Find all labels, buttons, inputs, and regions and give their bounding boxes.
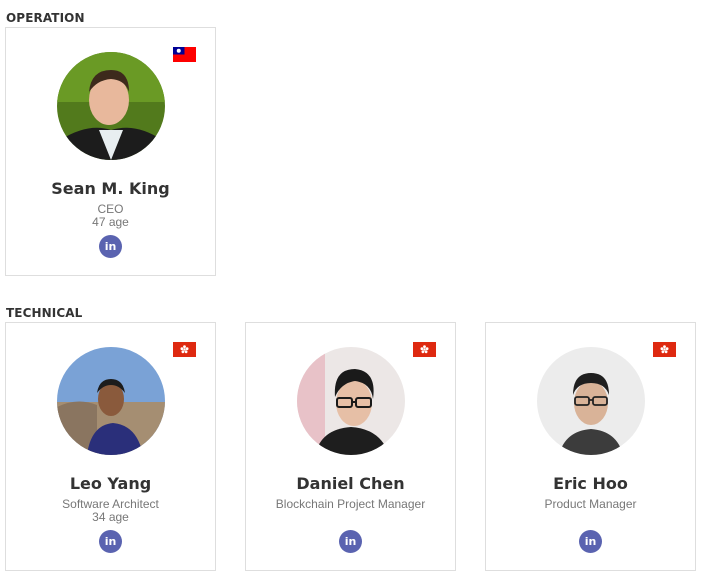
avatar [296,347,405,455]
hong-kong-flag-icon [653,342,676,357]
member-name: Sean M. King [51,179,170,198]
team-member-card: Daniel Chen Blockchain Project Manager i… [245,322,456,571]
team-member-card: Leo Yang Software Architect 34 age in [5,322,216,571]
team-member-card: Eric Hoo Product Manager in [485,322,696,571]
avatar [56,52,165,160]
section-title-technical: TECHNICAL [6,306,83,320]
member-role: Product Manager [544,497,637,511]
section-title-operation: OPERATION [6,11,85,25]
member-role: Blockchain Project Manager [275,497,426,511]
member-name: Daniel Chen [296,474,405,493]
linkedin-icon[interactable]: in [339,530,362,553]
hong-kong-flag-icon [413,342,436,357]
team-member-card: Sean M. King CEO 47 age in [5,27,216,276]
avatar [56,347,165,455]
taiwan-flag-icon [173,47,196,62]
member-age: 47 age [92,215,129,229]
linkedin-icon[interactable]: in [579,530,602,553]
member-age: 34 age [92,510,129,524]
member-name: Eric Hoo [553,474,628,493]
member-name: Leo Yang [69,474,152,493]
linkedin-icon[interactable]: in [99,530,122,553]
hong-kong-flag-icon [173,342,196,357]
linkedin-icon[interactable]: in [99,235,122,258]
avatar [536,347,645,455]
